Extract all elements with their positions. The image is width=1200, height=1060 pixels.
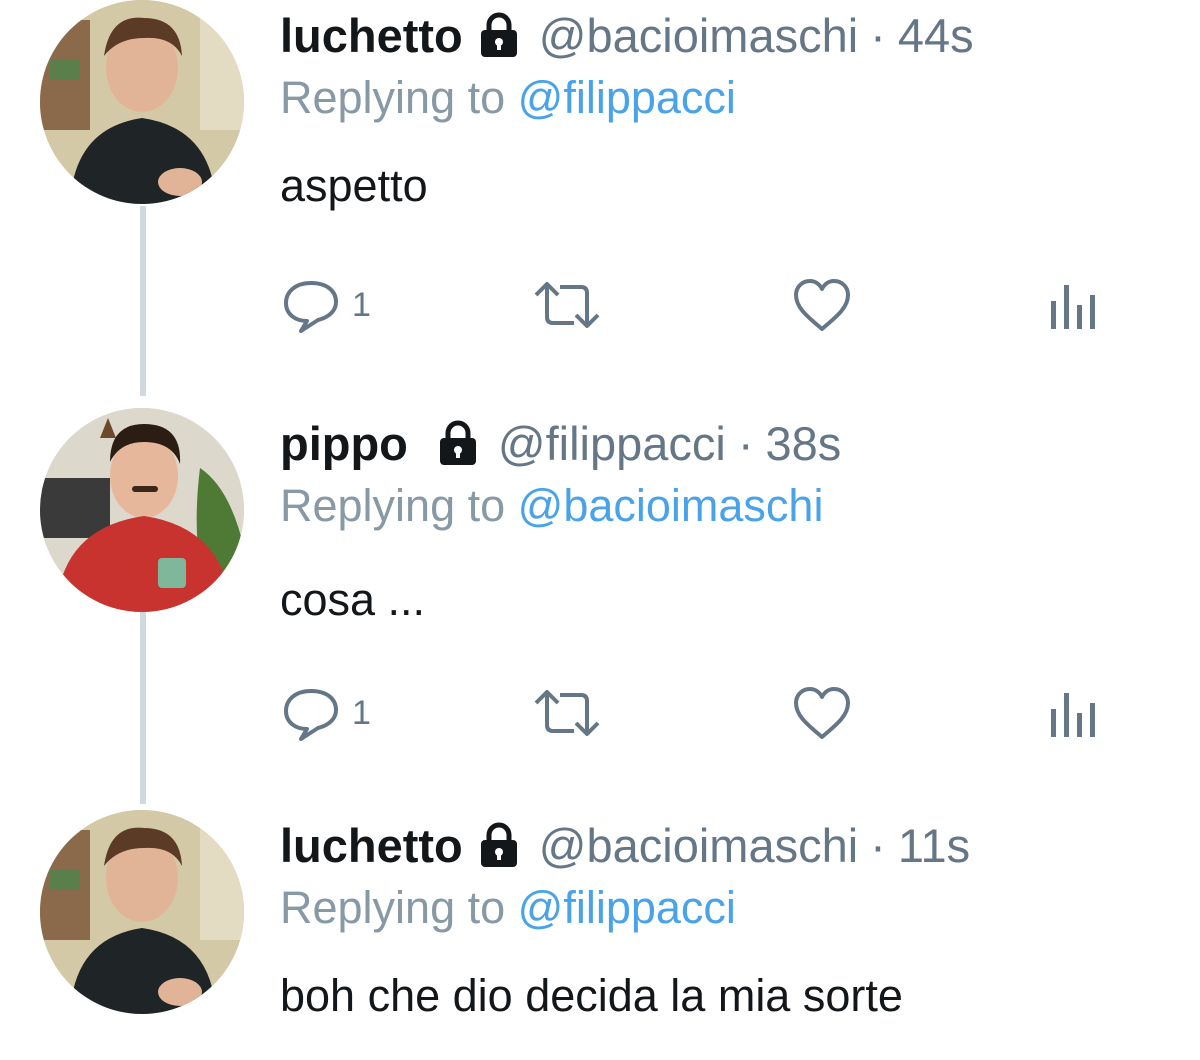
tweet-header: luchetto @bacioimaschi · 11s bbox=[280, 810, 970, 880]
avatar[interactable] bbox=[40, 0, 244, 204]
reply-icon bbox=[280, 685, 342, 741]
analytics-button[interactable] bbox=[1045, 678, 1101, 748]
tweet[interactable]: luchetto @bacioimaschi · 11s Replying to… bbox=[0, 810, 1200, 1060]
replying-to-label: Replying to bbox=[280, 480, 506, 531]
retweet-icon bbox=[530, 277, 604, 333]
replying-to-link[interactable]: @filippacci bbox=[518, 882, 736, 933]
analytics-icon bbox=[1045, 685, 1101, 741]
display-name[interactable]: luchetto bbox=[280, 8, 463, 63]
replying-to-line: Replying to @filippacci bbox=[280, 72, 736, 124]
user-handle[interactable]: @filippacci bbox=[498, 416, 726, 471]
like-button[interactable] bbox=[790, 270, 854, 340]
like-button[interactable] bbox=[790, 678, 854, 748]
display-name[interactable]: pippo bbox=[280, 416, 408, 471]
replying-to-line: Replying to @filippacci bbox=[280, 882, 736, 934]
reply-icon bbox=[280, 277, 342, 333]
tweet-text: cosa ... bbox=[280, 574, 426, 625]
reply-count: 1 bbox=[352, 285, 371, 324]
replying-to-link[interactable]: @bacioimaschi bbox=[518, 480, 824, 531]
retweet-button[interactable] bbox=[530, 678, 604, 748]
tweet-text: aspetto bbox=[280, 160, 428, 211]
lock-icon bbox=[475, 821, 523, 869]
replying-to-label: Replying to bbox=[280, 72, 506, 123]
tweet-header: pippo @filippacci · 38s bbox=[280, 408, 841, 478]
analytics-icon bbox=[1045, 277, 1101, 333]
separator-dot: · bbox=[737, 416, 754, 470]
analytics-button[interactable] bbox=[1045, 270, 1101, 340]
user-handle[interactable]: @bacioimaschi bbox=[539, 818, 858, 873]
tweet-text: boh che dio decida la mia sorte bbox=[280, 970, 903, 1021]
reply-button[interactable]: 1 bbox=[280, 678, 371, 748]
tweet-actions: 1 bbox=[280, 678, 1120, 748]
retweet-icon bbox=[530, 685, 604, 741]
lock-icon bbox=[475, 11, 523, 59]
replying-to-label: Replying to bbox=[280, 882, 506, 933]
tweet-actions: 1 bbox=[280, 270, 1120, 340]
separator-dot: · bbox=[870, 8, 886, 62]
heart-icon bbox=[790, 685, 854, 741]
timestamp[interactable]: 44s bbox=[898, 8, 974, 63]
display-name[interactable]: luchetto bbox=[280, 818, 463, 873]
reply-count: 1 bbox=[352, 693, 371, 732]
avatar[interactable] bbox=[40, 408, 244, 612]
timestamp[interactable]: 38s bbox=[766, 416, 842, 471]
tweet-header: luchetto @bacioimaschi · 44s bbox=[280, 0, 974, 70]
replying-to-link[interactable]: @filippacci bbox=[518, 72, 736, 123]
replying-to-line: Replying to @bacioimaschi bbox=[280, 480, 823, 532]
separator-dot: · bbox=[870, 818, 886, 872]
reply-button[interactable]: 1 bbox=[280, 270, 371, 340]
avatar[interactable] bbox=[40, 810, 244, 1014]
tweet[interactable]: luchetto @bacioimaschi · 44s Replying to… bbox=[0, 0, 1200, 400]
timestamp[interactable]: 11s bbox=[898, 818, 970, 873]
tweet[interactable]: pippo @filippacci · 38s Replying to @bac… bbox=[0, 408, 1200, 808]
heart-icon bbox=[790, 277, 854, 333]
lock-icon bbox=[434, 419, 482, 467]
retweet-button[interactable] bbox=[530, 270, 604, 340]
user-handle[interactable]: @bacioimaschi bbox=[539, 8, 858, 63]
